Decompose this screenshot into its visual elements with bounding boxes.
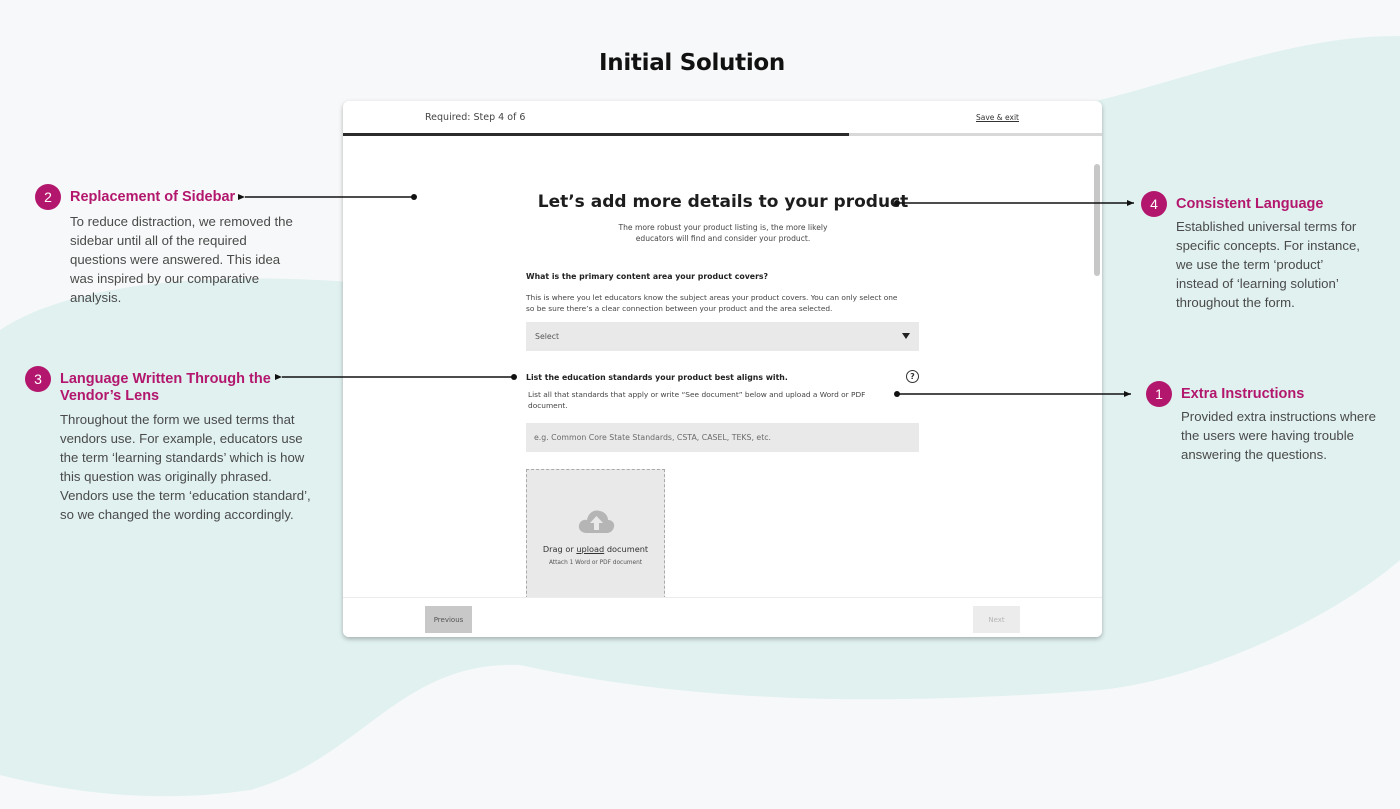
cloud-upload-icon [578, 510, 615, 533]
select-value: Select [535, 332, 560, 341]
help-line: so be sure there’s a clear connection be… [526, 304, 833, 313]
callout-body-line: we use the term ‘product’ [1176, 257, 1324, 272]
scrollbar[interactable] [1094, 164, 1100, 584]
step-indicator: Required: Step 4 of 6 [425, 112, 526, 123]
callout-number-badge: 2 [35, 184, 61, 210]
scrollbar-thumb[interactable] [1094, 164, 1100, 276]
content-area-question: What is the primary content area your pr… [526, 272, 769, 281]
callout-title: Replacement of Sidebar [70, 189, 236, 205]
caret-down-icon [902, 333, 910, 339]
help-line: document. [528, 401, 568, 410]
callout-body-line: sidebar until all of the required [70, 233, 247, 248]
standards-question: List the education standards your produc… [526, 373, 788, 382]
callout-body-line: so we changed the wording accordingly. [60, 507, 294, 522]
form-subheading-line: The more robust your product listing is,… [618, 223, 828, 232]
callout-body-line: throughout the form. [1176, 295, 1295, 310]
callout-number-badge: 3 [25, 366, 51, 392]
callout-title: Consistent Language [1176, 196, 1324, 212]
content-area-select[interactable]: Select [526, 322, 919, 351]
callout-body: Throughout the form we used terms that v… [60, 410, 330, 524]
callout-body-line: Provided extra instructions where [1181, 409, 1376, 424]
save-exit-link[interactable]: Save & exit [976, 113, 1019, 122]
upload-link[interactable]: upload [576, 544, 604, 554]
callout-body-line: answering the questions. [1181, 447, 1327, 462]
form-window: Required: Step 4 of 6 Save & exit Let’s … [343, 101, 1102, 637]
callout-body-line: the users were having trouble [1181, 428, 1355, 443]
callout-number-badge: 1 [1146, 381, 1172, 407]
upload-document-text: document [604, 544, 649, 554]
callout-body-line: the term ‘learning standards’ which is h… [60, 450, 305, 465]
callout-body-line: specific concepts. For instance, [1176, 238, 1360, 253]
content-area-help: This is where you let educators know the… [526, 292, 921, 314]
form-content: Let’s add more details to your product T… [343, 136, 1102, 597]
upload-instruction: Drag or upload document [527, 544, 664, 554]
form-heading: Let’s add more details to your product [537, 192, 909, 212]
callout-body-line: Throughout the form we used terms that [60, 412, 295, 427]
form-subheading: The more robust your product listing is,… [593, 222, 853, 244]
callout-body-line: this question was originally phrased. [60, 469, 272, 484]
callout-body-line: analysis. [70, 290, 122, 305]
callout-body-line: was inspired by our comparative [70, 271, 260, 286]
help-line: This is where you let educators know the… [526, 293, 898, 302]
callout-title: Extra Instructions [1181, 386, 1305, 402]
upload-dropzone[interactable]: Drag or upload document Attach 1 Word or… [526, 469, 665, 597]
next-button[interactable]: Next [973, 606, 1020, 633]
callout-title: Language Written Through the Vendor’s Le… [60, 371, 290, 405]
callout-title-line: Language Written Through the [60, 371, 271, 387]
callout-number-badge: 4 [1141, 191, 1167, 217]
help-line: List all that standards that apply or wr… [528, 390, 866, 399]
callout-body-line: questions were answered. This idea [70, 252, 281, 267]
callout-body: Established universal terms for specific… [1176, 217, 1396, 312]
callout-body-line: vendors use. For example, educators use [60, 431, 303, 446]
upload-hint: Attach 1 Word or PDF document [548, 560, 643, 566]
help-icon[interactable]: ? [906, 370, 919, 383]
callout-body-line: Established universal terms for [1176, 219, 1357, 234]
form-subheading-line: educators will find and consider your pr… [635, 234, 811, 243]
form-topbar: Required: Step 4 of 6 Save & exit [343, 101, 1102, 136]
page-title: Initial Solution [599, 50, 785, 76]
callout-body: To reduce distraction, we removed the si… [70, 212, 330, 307]
callout-body: Provided extra instructions where the us… [1181, 407, 1400, 464]
previous-button[interactable]: Previous [425, 606, 472, 633]
standards-help: List all that standards that apply or wr… [528, 389, 923, 411]
form-footer: Previous Next [343, 597, 1102, 637]
callout-body-line: To reduce distraction, we removed the [70, 214, 293, 229]
standards-input[interactable] [526, 423, 919, 452]
upload-drag-text: Drag or [542, 544, 577, 554]
callout-body-line: instead of ‘learning solution’ [1176, 276, 1339, 291]
callout-body-line: Vendors use the term ‘education standard… [60, 488, 311, 503]
callout-title-line: Vendor’s Lens [60, 388, 160, 404]
